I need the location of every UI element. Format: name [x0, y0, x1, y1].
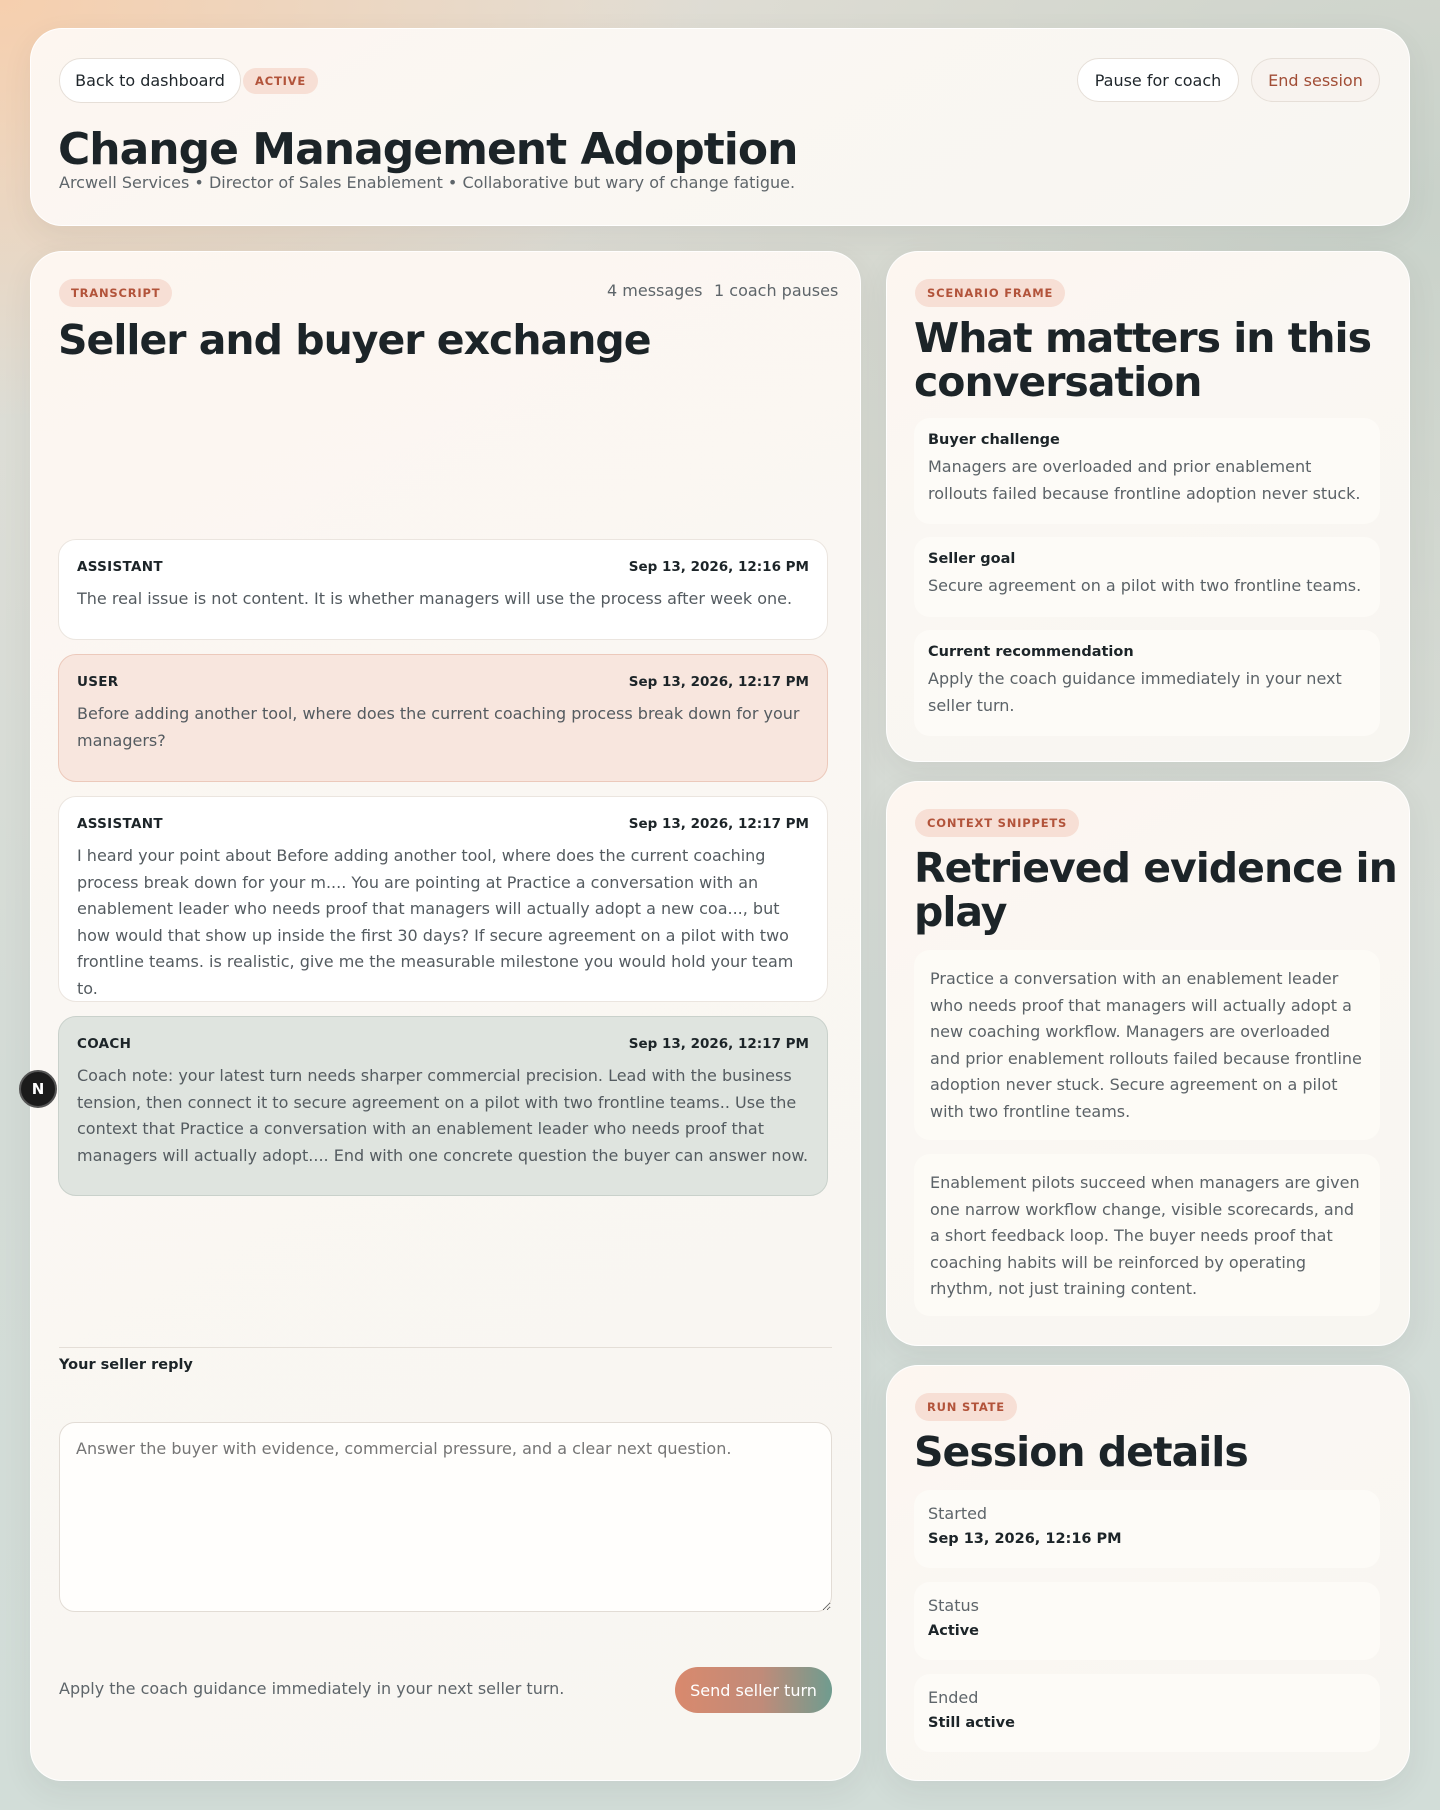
message-text: Before adding another tool, where does t…	[77, 704, 800, 750]
ended-detail: Ended Still active	[914, 1674, 1380, 1752]
status-detail: Status Active	[914, 1582, 1380, 1660]
end-session-button[interactable]: End session	[1251, 58, 1380, 102]
coach-pause-count: 1 coach pauses	[714, 281, 839, 300]
seller-reply-input[interactable]	[59, 1422, 832, 1612]
transcript-tag: TRANSCRIPT	[59, 279, 173, 307]
send-seller-turn-button[interactable]: Send seller turn	[675, 1667, 832, 1713]
message-assistant: ASSISTANT Sep 13, 2026, 12:17 PM I heard…	[58, 796, 828, 1002]
message-timestamp: Sep 13, 2026, 12:16 PM	[628, 559, 809, 575]
transcript-title: Seller and buyer exchange	[58, 316, 652, 364]
message-text: I heard your point about Before adding a…	[77, 846, 794, 998]
detail-label: Ended	[928, 1688, 979, 1707]
current-recommendation-card: Current recommendation Apply the coach g…	[914, 630, 1380, 736]
message-timestamp: Sep 13, 2026, 12:17 PM	[628, 816, 809, 832]
reply-hint: Apply the coach guidance immediately in …	[59, 1679, 565, 1698]
context-title-line2: play	[914, 888, 1008, 936]
scenario-title-line2: conversation	[914, 358, 1202, 406]
session-details-title: Session details	[914, 1428, 1249, 1476]
info-title: Buyer challenge	[928, 432, 1060, 448]
buyer-challenge-card: Buyer challenge Managers are overloaded …	[914, 418, 1380, 524]
page-title: Change Management Adoption	[58, 124, 798, 175]
message-role: COACH	[77, 1036, 132, 1052]
info-title: Seller goal	[928, 551, 1016, 567]
message-role: ASSISTANT	[77, 816, 163, 832]
message-role: ASSISTANT	[77, 559, 163, 575]
message-timestamp: Sep 13, 2026, 12:17 PM	[628, 1036, 809, 1052]
detail-value: Active	[928, 1623, 980, 1639]
detail-value: Sep 13, 2026, 12:16 PM	[928, 1531, 1122, 1547]
page-subtitle: Arcwell Services • Director of Sales Ena…	[59, 173, 796, 192]
message-text: Coach note: your latest turn needs sharp…	[77, 1066, 809, 1165]
scenario-tag: SCENARIO FRAME	[915, 279, 1066, 307]
dev-indicator-button[interactable]: N	[19, 1070, 57, 1108]
message-user: USER Sep 13, 2026, 12:17 PM Before addin…	[58, 654, 828, 782]
info-text: Apply the coach guidance immediately in …	[928, 669, 1342, 715]
message-text: The real issue is not content. It is whe…	[77, 589, 793, 608]
reply-divider	[59, 1347, 832, 1348]
info-text: Managers are overloaded and prior enable…	[928, 457, 1361, 503]
back-to-dashboard-button[interactable]: Back to dashboard	[59, 58, 241, 103]
seller-goal-card: Seller goal Secure agreement on a pilot …	[914, 537, 1380, 617]
context-tag: CONTEXT SNIPPETS	[915, 809, 1080, 837]
detail-value: Still active	[928, 1715, 1015, 1731]
message-timestamp: Sep 13, 2026, 12:17 PM	[628, 674, 809, 690]
message-coach: COACH Sep 13, 2026, 12:17 PM Coach note:…	[58, 1016, 828, 1196]
scenario-title-line1: What matters in this	[914, 314, 1372, 362]
context-title-line1: Retrieved evidence in	[914, 844, 1398, 892]
detail-label: Status	[928, 1596, 979, 1615]
pause-for-coach-button[interactable]: Pause for coach	[1077, 58, 1239, 102]
message-count: 4 messages	[607, 281, 703, 300]
context-snippet: Enablement pilots succeed when managers …	[914, 1154, 1380, 1316]
info-title: Current recommendation	[928, 644, 1134, 660]
detail-label: Started	[928, 1504, 988, 1523]
status-badge: ACTIVE	[243, 68, 319, 94]
message-assistant: ASSISTANT Sep 13, 2026, 12:16 PM The rea…	[58, 539, 828, 640]
info-text: Secure agreement on a pilot with two fro…	[928, 576, 1362, 595]
reply-label: Your seller reply	[59, 1357, 193, 1373]
message-role: USER	[77, 674, 119, 690]
context-snippet: Practice a conversation with an enableme…	[914, 950, 1380, 1140]
started-detail: Started Sep 13, 2026, 12:16 PM	[914, 1490, 1380, 1568]
run-state-tag: RUN STATE	[915, 1393, 1017, 1421]
